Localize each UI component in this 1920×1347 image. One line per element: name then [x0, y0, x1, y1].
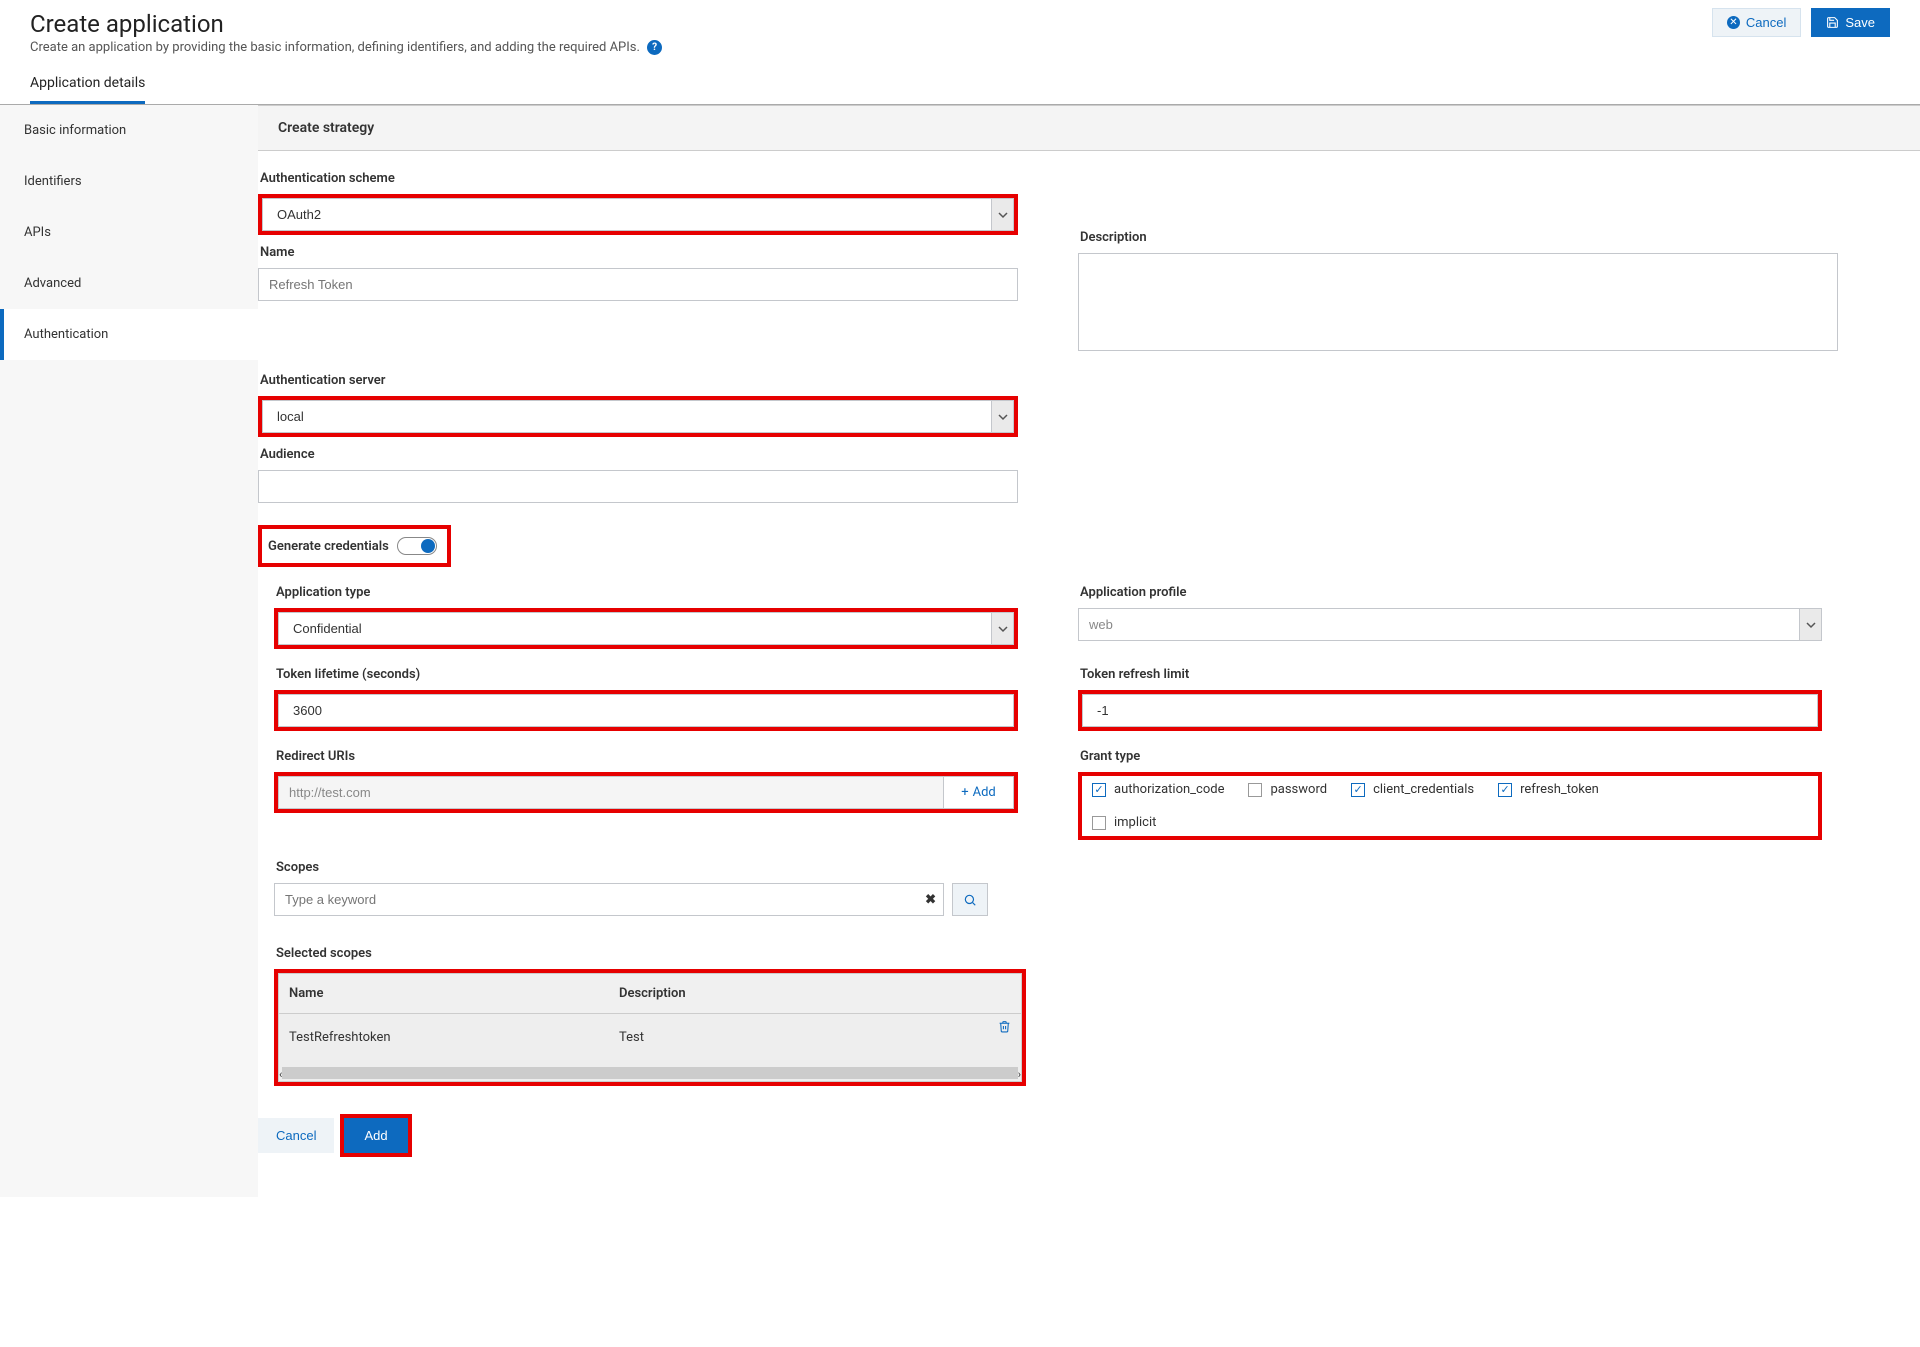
- scroll-right-icon[interactable]: ›: [1018, 1068, 1021, 1081]
- th-desc: Description: [609, 974, 1021, 1013]
- token-refresh-input[interactable]: [1082, 694, 1818, 727]
- main-panel: Create strategy Authentication scheme: [258, 105, 1920, 1197]
- plus-icon: +: [961, 785, 968, 800]
- cancel-x-icon: ✕: [1727, 16, 1740, 29]
- table-row: TestRefreshtoken Test ‹ ›: [278, 1013, 1022, 1082]
- scope-desc-cell: Test: [619, 1030, 1011, 1045]
- redirect-add-button[interactable]: + Add: [944, 776, 1014, 809]
- app-type-select[interactable]: [278, 612, 1014, 645]
- sidebar: Basic information Identifiers APIs Advan…: [0, 105, 258, 1197]
- page-subtitle: Create an application by providing the b…: [30, 40, 1890, 55]
- scope-delete-button[interactable]: [998, 1020, 1011, 1037]
- app-profile-label: Application profile: [1080, 585, 1822, 600]
- grant-authorization-code[interactable]: ✓authorization_code: [1092, 782, 1224, 797]
- help-icon[interactable]: ?: [647, 40, 662, 55]
- grant-implicit[interactable]: ✓implicit: [1092, 815, 1808, 830]
- token-lifetime-input[interactable]: [278, 694, 1014, 727]
- selected-scopes-label: Selected scopes: [276, 946, 1894, 961]
- token-refresh-label: Token refresh limit: [1080, 667, 1822, 682]
- redirect-uris-label: Redirect URIs: [276, 749, 1018, 764]
- app-profile-select[interactable]: [1078, 608, 1822, 641]
- grant-refresh-token[interactable]: ✓refresh_token: [1498, 782, 1599, 797]
- scopes-clear-icon[interactable]: ✖: [925, 892, 936, 907]
- scopes-table-header: Name Description: [278, 973, 1022, 1013]
- grant-type-label: Grant type: [1080, 749, 1822, 764]
- name-input[interactable]: [258, 268, 1018, 301]
- sidebar-item-identifiers[interactable]: Identifiers: [0, 156, 258, 207]
- auth-server-select[interactable]: [262, 400, 1014, 433]
- auth-server-label: Authentication server: [260, 373, 1018, 388]
- page-header: Create application Create an application…: [0, 0, 1920, 55]
- panel-title: Create strategy: [258, 105, 1920, 151]
- generate-credentials-label: Generate credentials: [268, 539, 389, 554]
- cancel-label: Cancel: [1746, 15, 1786, 30]
- generate-credentials-toggle[interactable]: [397, 537, 437, 555]
- description-label: Description: [1080, 230, 1838, 245]
- name-label: Name: [260, 245, 1018, 260]
- sidebar-item-apis[interactable]: APIs: [0, 207, 258, 258]
- trash-icon: [998, 1020, 1011, 1033]
- table-scrollbar[interactable]: ‹ ›: [279, 1061, 1021, 1081]
- audience-label: Audience: [260, 447, 1018, 462]
- page-title: Create application: [30, 10, 1890, 38]
- tabs-row: Application details: [0, 55, 1920, 105]
- sidebar-item-authentication[interactable]: Authentication: [0, 309, 258, 360]
- auth-scheme-select[interactable]: [262, 198, 1014, 231]
- sidebar-item-basic[interactable]: Basic information: [0, 105, 258, 156]
- dialog-cancel-button[interactable]: Cancel: [258, 1118, 334, 1153]
- search-icon: [963, 893, 977, 907]
- sidebar-item-advanced[interactable]: Advanced: [0, 258, 258, 309]
- app-type-label: Application type: [276, 585, 1018, 600]
- scope-name-cell: TestRefreshtoken: [289, 1030, 619, 1045]
- save-label: Save: [1845, 15, 1875, 30]
- save-icon: [1826, 16, 1839, 29]
- generate-credentials-group: Generate credentials: [258, 525, 451, 567]
- cancel-button[interactable]: ✕ Cancel: [1712, 8, 1801, 37]
- redirect-uri-input[interactable]: [278, 776, 944, 809]
- tab-app-details[interactable]: Application details: [30, 67, 145, 104]
- audience-input[interactable]: [258, 470, 1018, 503]
- auth-scheme-label: Authentication scheme: [260, 171, 1018, 186]
- scopes-search-button[interactable]: [952, 883, 988, 916]
- save-button[interactable]: Save: [1811, 8, 1890, 37]
- grant-client-credentials[interactable]: ✓client_credentials: [1351, 782, 1474, 797]
- grant-password[interactable]: ✓password: [1248, 782, 1327, 797]
- token-lifetime-label: Token lifetime (seconds): [276, 667, 1018, 682]
- dialog-add-button[interactable]: Add: [344, 1118, 407, 1153]
- description-input[interactable]: [1078, 253, 1838, 351]
- th-name: Name: [279, 974, 609, 1013]
- scopes-label: Scopes: [276, 860, 1894, 875]
- scopes-search-input[interactable]: [274, 883, 944, 916]
